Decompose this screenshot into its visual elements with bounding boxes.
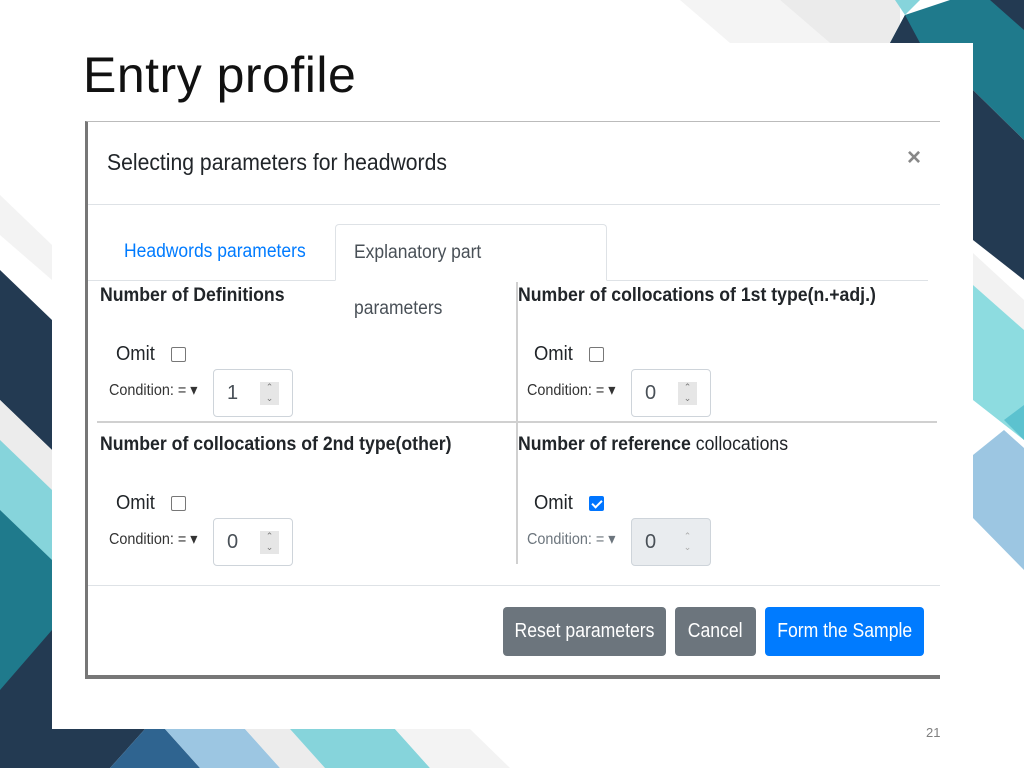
tab-label: Headwords parameters — [124, 241, 306, 262]
caret-down-icon: ▾ — [190, 531, 198, 548]
tab-explanatory-part-parameters[interactable]: Explanatory part parameters — [335, 224, 607, 319]
column-divider — [516, 282, 518, 564]
tab-headwords-parameters[interactable]: Headwords parameters — [106, 224, 354, 280]
condition-dropdown[interactable]: Condition: = ▾ — [109, 529, 197, 549]
value-number-input[interactable]: 0 ⌃ ⌄ — [631, 369, 711, 417]
spinner-arrows-icon[interactable]: ⌃ ⌄ — [678, 531, 697, 554]
modal-header: Selecting parameters for headwords × — [88, 122, 940, 205]
omit-label: Omit — [116, 492, 155, 514]
condition-dropdown[interactable]: Condition: = ▾ — [527, 380, 615, 400]
row-divider — [97, 421, 937, 423]
section-title: Number of collocations of 2nd type(other… — [100, 434, 452, 455]
reset-parameters-button[interactable]: Reset parameters — [503, 607, 666, 656]
omit-label: Omit — [534, 343, 573, 365]
omit-checkbox[interactable] — [589, 347, 604, 362]
caret-down-icon: ▾ — [608, 531, 616, 548]
value-number-input[interactable]: 1 ⌃ ⌄ — [213, 369, 293, 417]
spinner-arrows-icon[interactable]: ⌃ ⌄ — [678, 382, 697, 405]
input-value: 1 — [227, 382, 239, 404]
input-value: 0 — [645, 531, 657, 553]
decor-shape — [0, 195, 52, 280]
slide-title: Entry profile — [83, 47, 357, 103]
omit-checkbox[interactable] — [589, 496, 604, 511]
value-number-input[interactable]: 0 ⌃ ⌄ — [213, 518, 293, 566]
spinner-arrows-icon[interactable]: ⌃ ⌄ — [260, 382, 279, 405]
decor-shape — [973, 430, 1024, 570]
section-title: Number of Definitions — [100, 285, 285, 306]
slide-page-number: 21 — [926, 725, 941, 740]
cancel-button[interactable]: Cancel — [675, 607, 756, 656]
close-icon[interactable]: × — [907, 144, 921, 172]
input-value: 0 — [645, 382, 657, 404]
section-title: Number of reference collocations — [518, 434, 789, 455]
value-number-input[interactable]: 0 ⌃ ⌄ — [631, 518, 711, 566]
section-title: Number of collocations of 1st type(n.+ad… — [518, 285, 876, 306]
tab-label: Explanatory part parameters — [354, 242, 482, 319]
modal-footer-divider — [88, 585, 940, 586]
input-value: 0 — [227, 531, 239, 553]
omit-label: Omit — [116, 343, 155, 365]
omit-checkbox[interactable] — [171, 496, 186, 511]
omit-label: Omit — [534, 492, 573, 514]
caret-down-icon: ▾ — [190, 382, 198, 399]
form-the-sample-button[interactable]: Form the Sample — [765, 607, 924, 656]
dialog-screenshot: Selecting parameters for headwords × Hea… — [85, 121, 940, 679]
condition-dropdown[interactable]: Condition: = ▾ — [527, 529, 615, 549]
omit-checkbox[interactable] — [171, 347, 186, 362]
modal-title: Selecting parameters for headwords — [107, 149, 447, 175]
caret-down-icon: ▾ — [608, 382, 616, 399]
spinner-arrows-icon[interactable]: ⌃ ⌄ — [260, 531, 279, 554]
condition-dropdown[interactable]: Condition: = ▾ — [109, 380, 197, 400]
tab-bar: Headwords parameters Explanatory part pa… — [88, 224, 928, 319]
